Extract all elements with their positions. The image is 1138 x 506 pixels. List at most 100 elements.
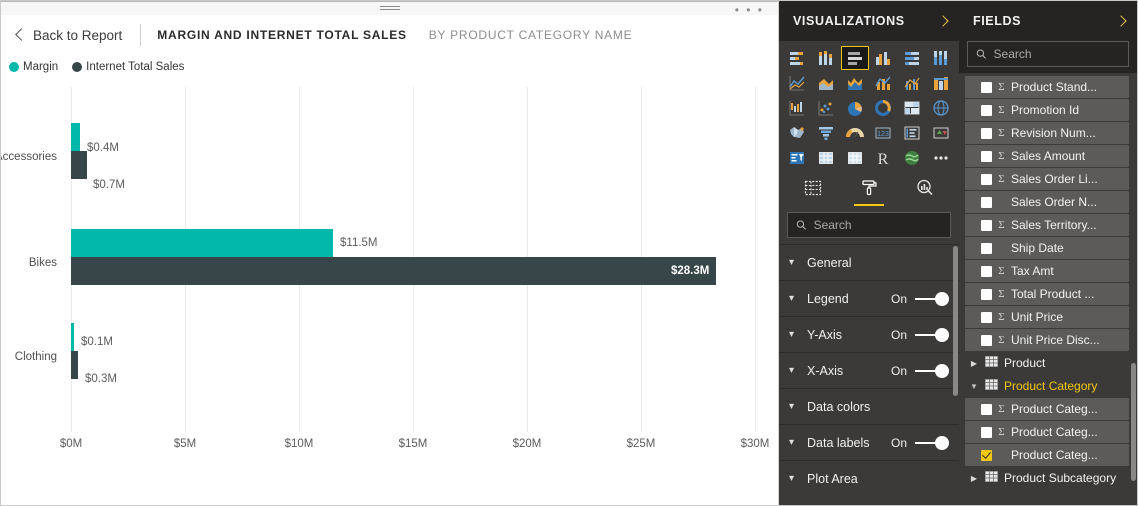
legend-item-margin[interactable]: Margin bbox=[9, 61, 58, 73]
stacked-column-chart-icon[interactable] bbox=[812, 46, 840, 70]
back-to-report-button[interactable]: Back to Report bbox=[17, 28, 138, 43]
100-stacked-bar-chart-icon[interactable] bbox=[898, 46, 926, 70]
bar-sales-bikes[interactable] bbox=[71, 257, 716, 285]
field-item-product-category-name[interactable]: Σ Product Categ... bbox=[965, 444, 1129, 466]
field-item-product-category-2[interactable]: Σ Product Categ... bbox=[965, 421, 1129, 443]
map-icon[interactable] bbox=[927, 96, 955, 120]
stacked-area-chart-icon[interactable] bbox=[841, 71, 869, 95]
bar-margin-accessories[interactable] bbox=[71, 123, 80, 151]
format-scrollbar-thumb[interactable] bbox=[953, 246, 958, 396]
collapse-fields-icon[interactable] bbox=[1115, 15, 1126, 26]
slicer-icon[interactable] bbox=[783, 146, 811, 170]
fields-search-box[interactable] bbox=[967, 41, 1129, 67]
format-search-input[interactable] bbox=[814, 218, 942, 232]
chevron-right-icon[interactable]: ▶ bbox=[969, 474, 979, 483]
table-icon[interactable] bbox=[812, 146, 840, 170]
arcgis-map-icon[interactable] bbox=[898, 146, 926, 170]
tab-analytics[interactable] bbox=[908, 176, 942, 206]
fields-search-input[interactable] bbox=[994, 47, 1120, 61]
checkbox[interactable] bbox=[981, 289, 992, 300]
table-item-product-subcategory[interactable]: ▶ Product Subcategory bbox=[965, 467, 1129, 489]
format-section-general[interactable]: ▾ General bbox=[779, 244, 959, 280]
format-section-legend[interactable]: ▾ Legend On bbox=[779, 280, 959, 316]
clustered-column-chart-icon[interactable] bbox=[870, 46, 898, 70]
format-section-data-labels[interactable]: ▾ Data labels On bbox=[779, 424, 959, 460]
checkbox[interactable] bbox=[981, 151, 992, 162]
collapse-visualizations-icon[interactable] bbox=[937, 15, 948, 26]
field-item-product-category-1[interactable]: Σ Product Categ... bbox=[965, 398, 1129, 420]
chevron-right-icon[interactable]: ▶ bbox=[969, 359, 979, 368]
legend-toggle[interactable] bbox=[915, 292, 949, 306]
checkbox[interactable] bbox=[981, 105, 992, 116]
kpi-icon[interactable] bbox=[927, 121, 955, 145]
drag-handle[interactable] bbox=[380, 6, 400, 11]
field-item-sales-order-number[interactable]: Σ Sales Order N... bbox=[965, 191, 1129, 213]
chevron-down-icon[interactable]: ▼ bbox=[969, 382, 979, 391]
checkbox[interactable] bbox=[981, 128, 992, 139]
field-item-sales-order-line[interactable]: Σ Sales Order Li... bbox=[965, 168, 1129, 190]
r-script-visual-icon[interactable]: R bbox=[870, 146, 898, 170]
data-labels-toggle[interactable] bbox=[915, 436, 949, 450]
card-icon[interactable]: 123 bbox=[870, 121, 898, 145]
bar-sales-clothing[interactable] bbox=[71, 351, 78, 379]
checkbox[interactable] bbox=[981, 266, 992, 277]
line-chart-icon[interactable] bbox=[783, 71, 811, 95]
bar-margin-bikes[interactable] bbox=[71, 229, 333, 257]
checkbox[interactable] bbox=[981, 82, 992, 93]
clustered-bar-chart-icon[interactable] bbox=[841, 46, 869, 70]
checkbox[interactable] bbox=[981, 243, 992, 254]
legend-item-internet-total-sales[interactable]: Internet Total Sales bbox=[72, 61, 184, 73]
format-section-x-axis[interactable]: ▾ X-Axis On bbox=[779, 352, 959, 388]
field-item-sales-amount[interactable]: Σ Sales Amount bbox=[965, 145, 1129, 167]
filled-map-icon[interactable] bbox=[783, 121, 811, 145]
bar-margin-clothing[interactable] bbox=[71, 323, 74, 351]
matrix-icon[interactable] bbox=[841, 146, 869, 170]
tab-fields[interactable] bbox=[796, 176, 830, 206]
treemap-icon[interactable] bbox=[898, 96, 926, 120]
donut-chart-icon[interactable] bbox=[870, 96, 898, 120]
field-item-product-standard-cost[interactable]: Σ Product Stand... bbox=[965, 76, 1129, 98]
field-item-sales-territory[interactable]: Σ Sales Territory... bbox=[965, 214, 1129, 236]
tab-format[interactable] bbox=[852, 176, 886, 206]
ribbon-chart-icon[interactable] bbox=[927, 71, 955, 95]
field-item-revision-number[interactable]: Σ Revision Num... bbox=[965, 122, 1129, 144]
checkbox[interactable] bbox=[981, 450, 992, 461]
field-item-promotion-id[interactable]: Σ Promotion Id bbox=[965, 99, 1129, 121]
line-clustered-column-chart-icon[interactable] bbox=[898, 71, 926, 95]
bar-chart[interactable]: Accessories $0.4M $0.7M Bikes $11.5M $28… bbox=[1, 87, 778, 477]
field-item-ship-date[interactable]: Σ Ship Date bbox=[965, 237, 1129, 259]
area-chart-icon[interactable] bbox=[812, 71, 840, 95]
line-stacked-column-chart-icon[interactable] bbox=[870, 71, 898, 95]
field-item-total-product-cost[interactable]: Σ Total Product ... bbox=[965, 283, 1129, 305]
checkbox[interactable] bbox=[981, 312, 992, 323]
more-visuals-icon[interactable] bbox=[927, 146, 955, 170]
pie-chart-icon[interactable] bbox=[841, 96, 869, 120]
format-section-plot-area[interactable]: ▾ Plot Area bbox=[779, 460, 959, 496]
bar-sales-accessories[interactable] bbox=[71, 151, 87, 179]
field-item-unit-price[interactable]: Σ Unit Price bbox=[965, 306, 1129, 328]
stacked-bar-chart-icon[interactable] bbox=[783, 46, 811, 70]
100-stacked-column-chart-icon[interactable] bbox=[927, 46, 955, 70]
format-search-box[interactable] bbox=[787, 212, 951, 238]
checkbox[interactable] bbox=[981, 220, 992, 231]
funnel-icon[interactable] bbox=[812, 121, 840, 145]
checkbox[interactable] bbox=[981, 427, 992, 438]
waterfall-chart-icon[interactable] bbox=[783, 96, 811, 120]
checkbox[interactable] bbox=[981, 404, 992, 415]
format-section-y-axis[interactable]: ▾ Y-Axis On bbox=[779, 316, 959, 352]
table-item-product[interactable]: ▶ Product bbox=[965, 352, 1129, 374]
field-item-unit-price-discount[interactable]: Σ Unit Price Disc... bbox=[965, 329, 1129, 351]
checkbox[interactable] bbox=[981, 174, 992, 185]
gauge-icon[interactable] bbox=[841, 121, 869, 145]
checkbox[interactable] bbox=[981, 197, 992, 208]
y-axis-toggle[interactable] bbox=[915, 328, 949, 342]
scatter-chart-icon[interactable] bbox=[812, 96, 840, 120]
x-axis-toggle[interactable] bbox=[915, 364, 949, 378]
fields-scrollbar-thumb[interactable] bbox=[1131, 363, 1136, 481]
table-item-product-category[interactable]: ▼ Product Category bbox=[965, 375, 1129, 397]
format-section-data-colors[interactable]: ▾ Data colors bbox=[779, 388, 959, 424]
multi-row-card-icon[interactable] bbox=[898, 121, 926, 145]
checkbox[interactable] bbox=[981, 335, 992, 346]
field-item-tax-amt[interactable]: Σ Tax Amt bbox=[965, 260, 1129, 282]
more-options-icon[interactable]: • • • bbox=[735, 5, 764, 15]
